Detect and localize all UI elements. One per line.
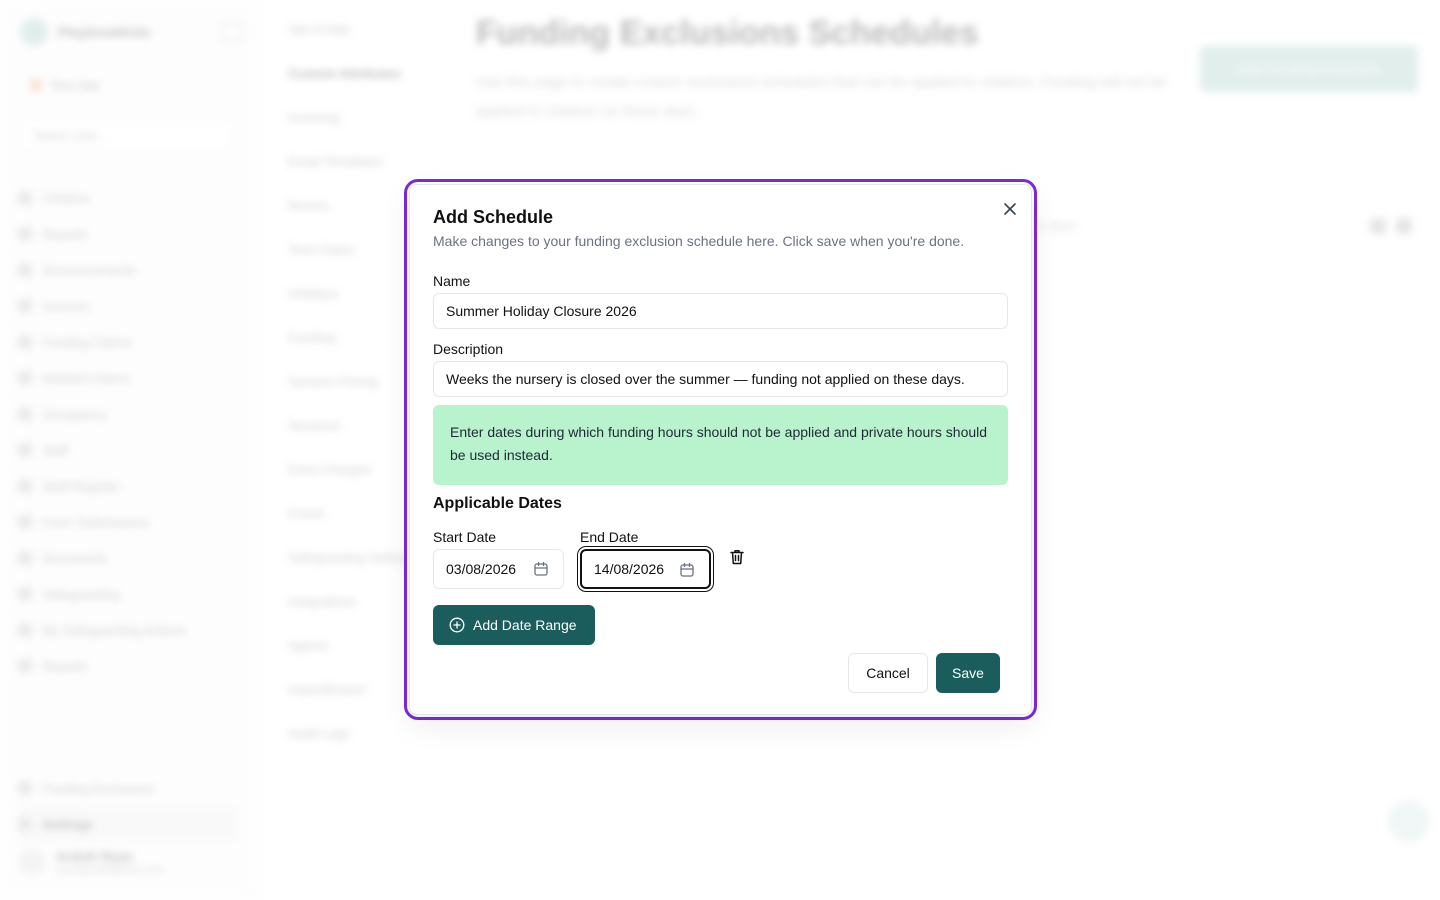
close-button[interactable] — [1000, 199, 1020, 219]
dialog-description: Make changes to your funding exclusion s… — [433, 233, 965, 249]
description-input[interactable] — [433, 361, 1008, 397]
start-date-value: 03/08/2026 — [446, 561, 517, 577]
end-date-input[interactable]: 14/08/2026 — [580, 549, 711, 589]
start-date-label: Start Date — [433, 529, 497, 545]
applicable-dates-title: Applicable Dates — [433, 495, 562, 512]
save-button[interactable]: Save — [936, 653, 1000, 693]
add-date-range-label: Add Date Range — [473, 617, 577, 633]
info-callout: Enter dates during which funding hours s… — [433, 405, 1008, 485]
description-label: Description — [433, 341, 504, 357]
add-date-range-button[interactable]: Add Date Range — [433, 605, 595, 645]
dialog-title: Add Schedule — [433, 207, 554, 227]
plus-circle-icon — [449, 617, 465, 633]
end-date-label: End Date — [580, 529, 639, 545]
end-date-value: 14/08/2026 — [594, 561, 665, 577]
add-schedule-dialog: Add Schedule Make changes to your fundin… — [409, 184, 1032, 715]
name-input[interactable] — [433, 293, 1008, 329]
cancel-button[interactable]: Cancel — [848, 653, 928, 693]
trash-icon — [730, 550, 744, 565]
name-label: Name — [433, 273, 471, 289]
close-icon — [1004, 203, 1016, 215]
calendar-icon[interactable] — [533, 561, 549, 577]
start-date-input[interactable]: 03/08/2026 — [433, 549, 564, 589]
calendar-icon[interactable] — [679, 562, 695, 578]
remove-date-range-button[interactable] — [728, 548, 746, 566]
